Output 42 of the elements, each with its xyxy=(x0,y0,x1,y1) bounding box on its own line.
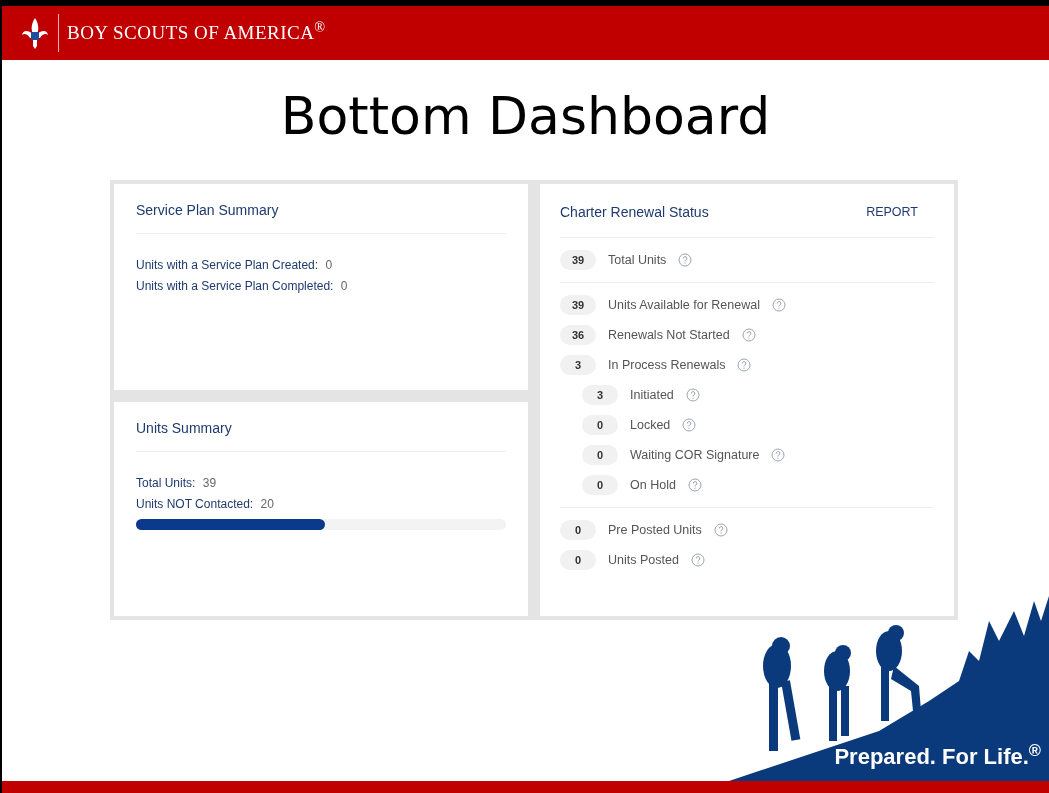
status-label: Renewals Not Started xyxy=(608,326,730,344)
count-pill: 0 xyxy=(560,549,596,571)
count-pill: 0 xyxy=(582,444,618,466)
help-icon[interactable] xyxy=(713,523,728,537)
help-icon[interactable] xyxy=(771,298,786,312)
help-icon[interactable] xyxy=(737,358,752,372)
status-label: Initiated xyxy=(630,386,674,404)
help-icon[interactable] xyxy=(682,418,697,432)
status-label: On Hold xyxy=(630,476,676,494)
help-icon[interactable] xyxy=(741,328,756,342)
count-pill: 39 xyxy=(560,294,596,316)
status-label: Pre Posted Units xyxy=(608,521,702,539)
summary-line: Units with a Service Plan Created: 0 xyxy=(136,257,334,274)
count-pill: 0 xyxy=(560,519,596,541)
help-icon[interactable] xyxy=(690,553,705,567)
summary-line: Units NOT Contacted: 20 xyxy=(136,496,275,513)
brand-name: BOY SCOUTS OF AMERICA$^{®}$ xyxy=(67,18,326,45)
count-pill: 0 xyxy=(582,474,618,496)
tagline: Prepared. For Life.$^{®}$ xyxy=(834,740,1041,771)
status-label: Waiting COR Signature xyxy=(630,446,760,464)
card-title: Service Plan Summary xyxy=(136,200,506,234)
help-icon[interactable] xyxy=(678,253,693,267)
count-pill: 39 xyxy=(560,249,596,271)
count-pill: 3 xyxy=(560,354,596,376)
help-icon[interactable] xyxy=(685,388,700,402)
count-pill: 3 xyxy=(582,384,618,406)
status-label: Units Available for Renewal xyxy=(608,296,760,314)
status-label: Total Units xyxy=(608,251,667,269)
slide-title: Bottom Dashboard xyxy=(279,90,772,142)
report-link[interactable]: REPORT xyxy=(866,203,918,222)
help-icon[interactable] xyxy=(771,448,786,462)
status-label: Units Posted xyxy=(608,551,679,569)
count-pill: 36 xyxy=(560,324,596,346)
card-title: Charter Renewal Status xyxy=(560,203,709,222)
card-title: Units Summary xyxy=(136,418,506,452)
status-label: Locked xyxy=(630,416,671,434)
summary-line: Total Units: 39 xyxy=(136,475,218,492)
help-icon[interactable] xyxy=(687,478,702,492)
fleur-de-lis-logo-icon xyxy=(20,16,50,50)
count-pill: 0 xyxy=(582,414,618,436)
summary-line: Units with a Service Plan Completed: 0 xyxy=(136,278,349,295)
status-label: In Process Renewals xyxy=(608,356,726,374)
